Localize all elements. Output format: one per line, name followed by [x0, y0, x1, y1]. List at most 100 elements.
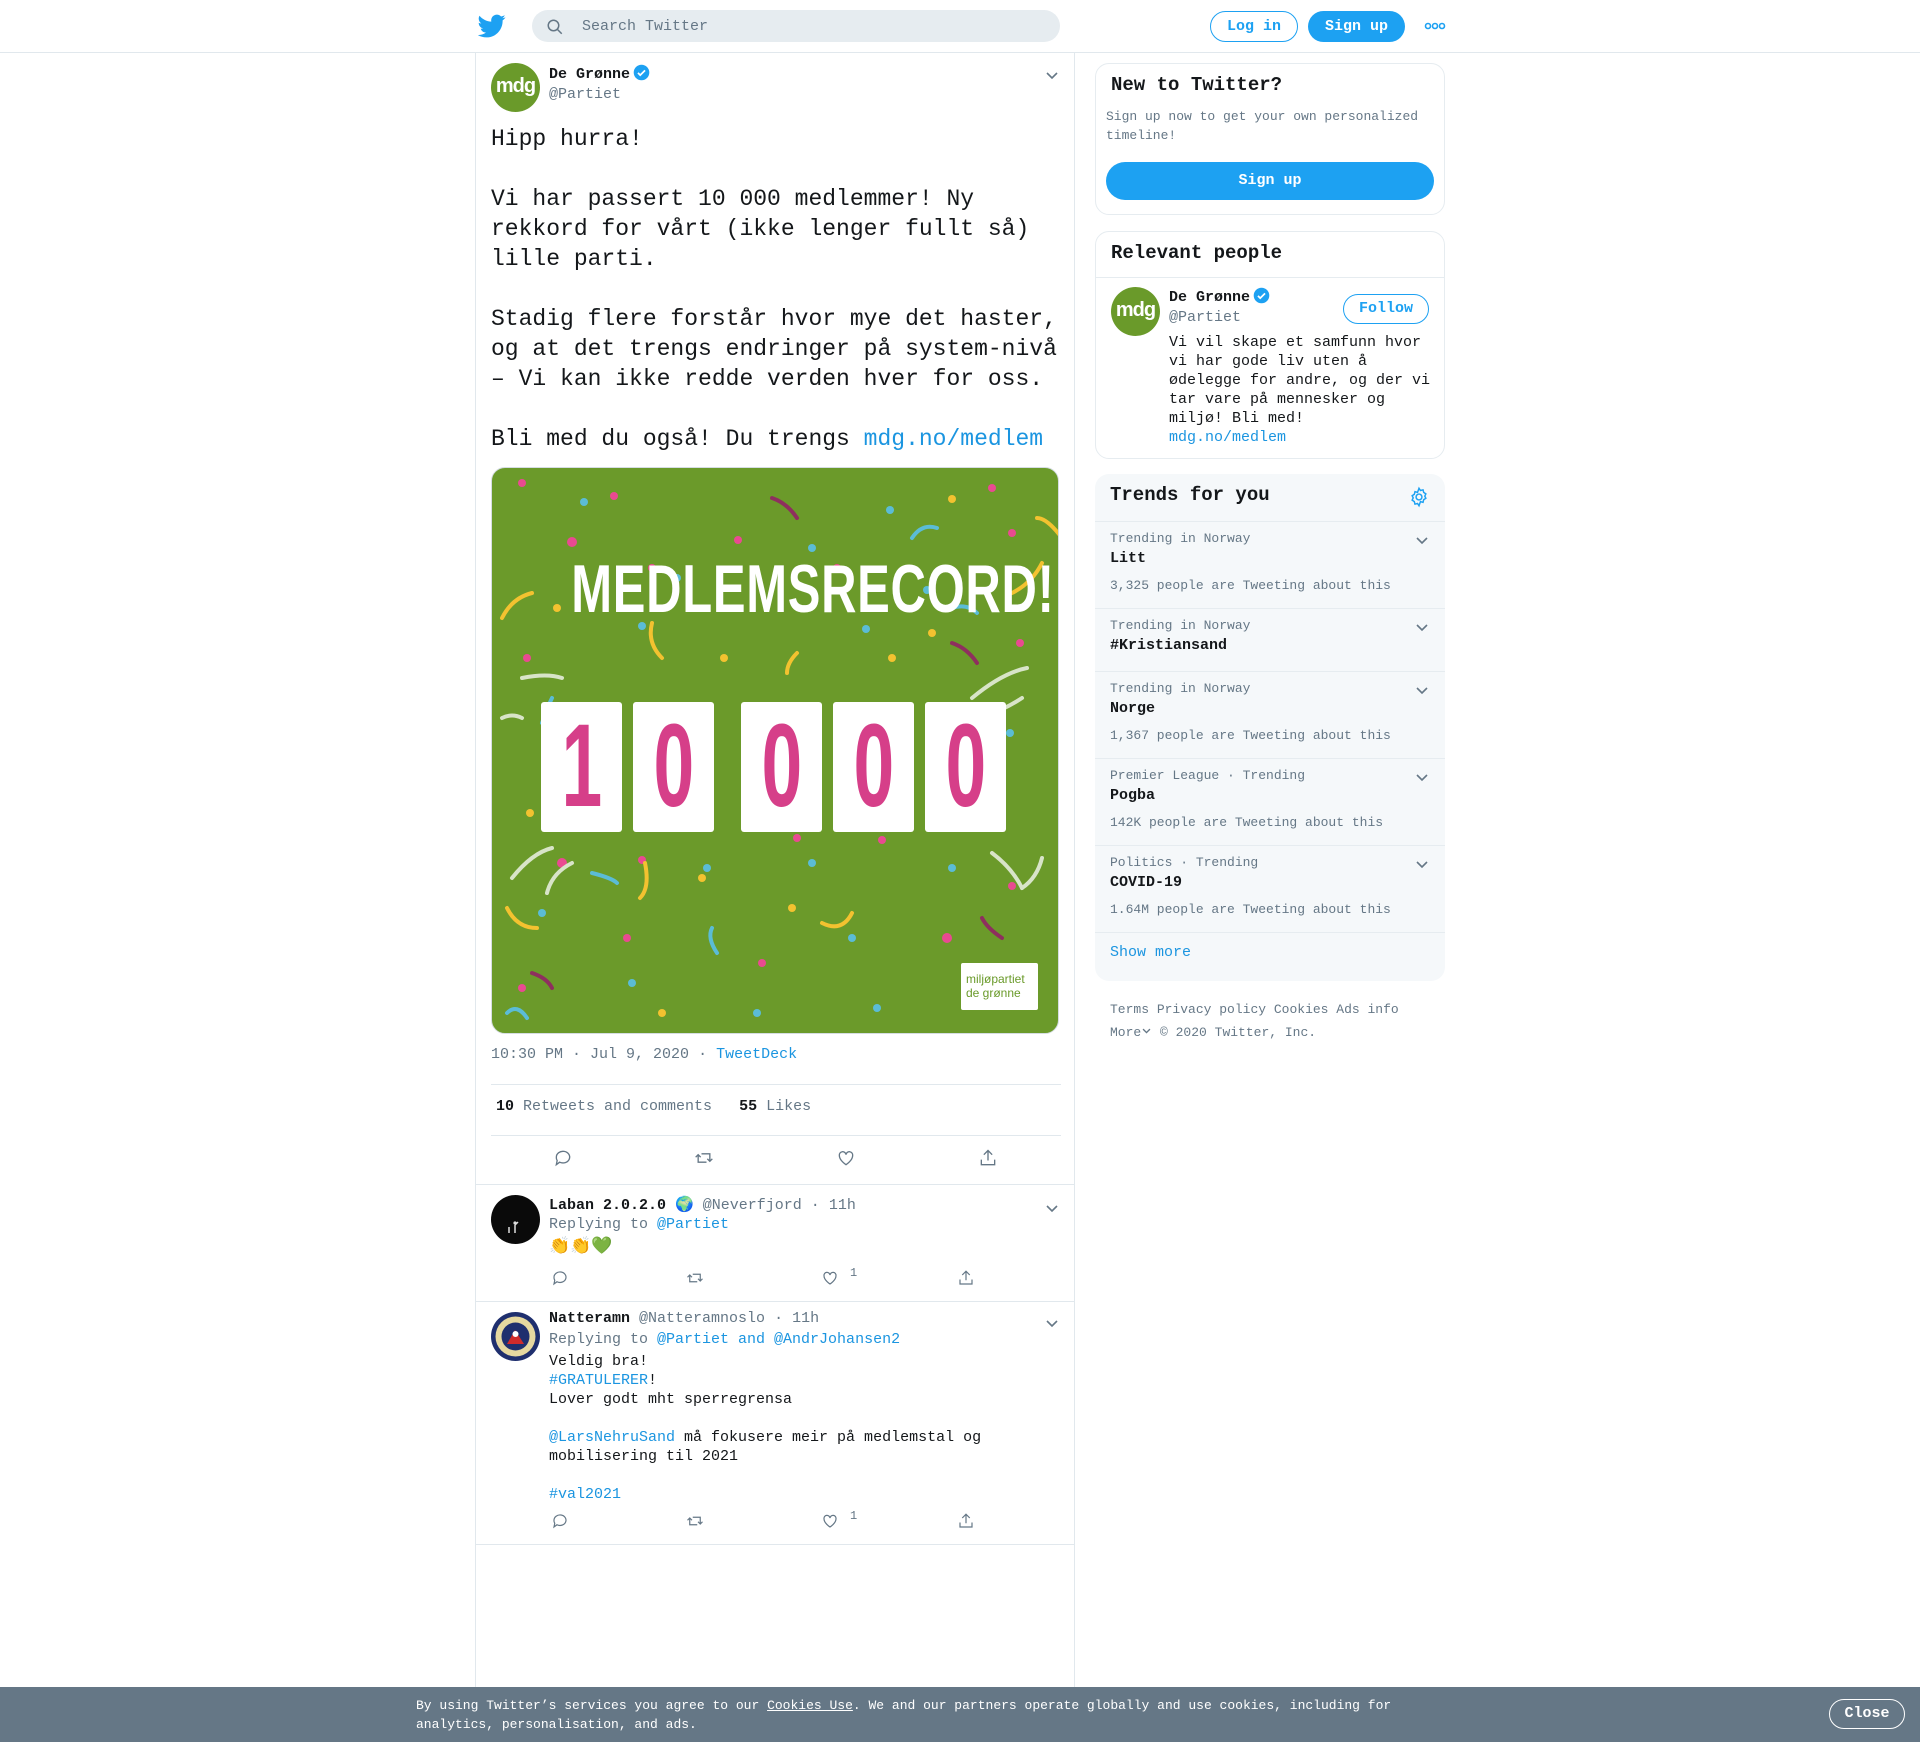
hashtag-link[interactable]: #val2021 [549, 1486, 621, 1503]
cookie-use-link[interactable]: Cookies Use [767, 1698, 853, 1713]
relevant-people-title: Relevant people [1111, 242, 1283, 264]
signup-button[interactable]: Sign up [1308, 11, 1405, 42]
footer-privacy[interactable]: Privacy policy [1157, 1002, 1266, 1017]
chevron-down-icon[interactable] [1414, 619, 1430, 635]
chevron-down-icon[interactable] [1414, 769, 1430, 785]
reply-dot: · [810, 1197, 820, 1214]
replying-to-link[interactable]: @Partiet and @AndrJohansen2 [657, 1331, 900, 1348]
cookie-close-button[interactable]: Close [1829, 1699, 1905, 1729]
trends-card: Trends for you Trending in Norway Litt 3… [1095, 474, 1445, 981]
share-icon[interactable] [957, 1512, 975, 1530]
reply-time[interactable]: 11h [792, 1310, 819, 1327]
retweets-stat[interactable]: 10 Retweets and comments [496, 1098, 712, 1115]
chevron-down-icon[interactable] [1414, 682, 1430, 698]
tweet-timestamp[interactable]: 10:30 PM · Jul 9, 2020 [491, 1046, 689, 1063]
show-more-link[interactable]: Show more [1110, 944, 1191, 961]
reply-tweet[interactable]: Laban 2.0.2.0 🌍 @Neverfjord · 11h Replyi… [476, 1185, 1074, 1302]
trend-category: Politics · Trending [1110, 855, 1259, 870]
search-input[interactable] [582, 10, 1042, 42]
tweet-link[interactable]: mdg.no/medlem [864, 426, 1043, 452]
author-avatar[interactable]: mdg [491, 63, 540, 112]
person-name-row[interactable]: De Grønne [1169, 287, 1270, 306]
replying-to-link[interactable]: @Partiet [657, 1216, 729, 1233]
meta-separator: · [698, 1046, 708, 1063]
retweets-label: Retweets and comments [523, 1098, 713, 1115]
retweet-icon[interactable] [686, 1512, 704, 1530]
trend-item[interactable]: Politics · Trending COVID-19 1.64M peopl… [1095, 846, 1445, 933]
share-icon[interactable] [957, 1269, 975, 1287]
author-name[interactable]: De Grønne [549, 66, 630, 83]
footer-more-label: More [1110, 1025, 1142, 1040]
author-handle[interactable]: @Partiet [549, 86, 621, 103]
follow-button[interactable]: Follow [1343, 294, 1429, 324]
reply-author-handle[interactable]: @Neverfjord [703, 1197, 802, 1214]
reply-avatar[interactable] [491, 1312, 540, 1361]
twitter-bird-icon[interactable] [478, 12, 506, 40]
person-handle[interactable]: @Partiet [1169, 309, 1241, 326]
trend-name: Norge [1110, 700, 1156, 717]
sidebar-footer: Terms Privacy policy Cookies Ads info Mo… [1110, 998, 1399, 1044]
chevron-down-icon[interactable] [1044, 1315, 1060, 1331]
search-box[interactable] [532, 10, 1060, 42]
like-icon[interactable] [836, 1148, 856, 1168]
chevron-down-icon[interactable] [1044, 1200, 1060, 1216]
likes-stat[interactable]: 55 Likes [739, 1098, 811, 1115]
reply-icon[interactable] [553, 1148, 573, 1168]
settings-gear-icon[interactable] [1408, 486, 1430, 508]
trend-item[interactable]: Trending in Norway Norge 1,367 people ar… [1095, 672, 1445, 759]
more-icon[interactable] [1424, 18, 1446, 34]
person-bio-link[interactable]: mdg.no/medlem [1169, 429, 1286, 446]
tweet-source[interactable]: TweetDeck [716, 1046, 797, 1063]
tweet-body: Hipp hurra! Vi har passert 10 000 medlem… [491, 126, 1057, 452]
reply-author-name[interactable]: Natteramn [549, 1310, 630, 1327]
reply-body: Veldig bra! #GRATULERER! Lover godt mht … [549, 1352, 1049, 1504]
like-icon[interactable] [821, 1512, 839, 1530]
retweet-icon[interactable] [694, 1148, 714, 1168]
chevron-down-icon[interactable] [1414, 532, 1430, 548]
sidebar-signup-button[interactable]: Sign up [1106, 162, 1434, 200]
chevron-down-icon [1142, 1028, 1151, 1034]
digit-value: 0 [945, 700, 986, 832]
person-avatar[interactable]: mdg [1111, 287, 1160, 336]
footer-cookies[interactable]: Cookies [1274, 1002, 1329, 1017]
footer-ads[interactable]: Ads info [1336, 1002, 1398, 1017]
trend-item[interactable]: Premier League · Trending Pogba 142K peo… [1095, 759, 1445, 846]
reply-header: Natteramn @Natteramnoslo · 11h [549, 1310, 819, 1327]
reply-icon[interactable] [551, 1512, 569, 1530]
trend-item[interactable]: Trending in Norway Litt 3,325 people are… [1095, 522, 1445, 609]
person-name[interactable]: De Grønne [1169, 289, 1250, 306]
author-name-row[interactable]: De Grønne [549, 64, 650, 83]
trends-title: Trends for you [1110, 484, 1270, 506]
share-icon[interactable] [978, 1148, 998, 1168]
trend-count: 3,325 people are Tweeting about this [1110, 578, 1391, 593]
tweet-image[interactable]: MEDLEMSRECORD! 1 0 0 0 0 miljøpartiet de … [491, 467, 1059, 1034]
reply-author-handle[interactable]: @Natteramnoslo [639, 1310, 765, 1327]
footer-more[interactable]: More [1110, 1025, 1152, 1040]
like-icon[interactable] [821, 1269, 839, 1287]
reply-avatar[interactable] [491, 1195, 540, 1244]
brand-logo: miljøpartiet de grønne [961, 963, 1038, 1010]
relevant-people-card: Relevant people mdg De Grønne @Partiet F… [1095, 231, 1445, 459]
reply-emoji: 🌍 [675, 1197, 694, 1214]
mention-link[interactable]: @LarsNehruSand [549, 1429, 675, 1446]
reply-header: Laban 2.0.2.0 🌍 @Neverfjord · 11h [549, 1195, 856, 1214]
tweet-stats: 10 Retweets and comments 55 Likes [496, 1098, 811, 1115]
hashtag-link[interactable]: #GRATULERER [549, 1372, 648, 1389]
chevron-down-icon[interactable] [1044, 67, 1060, 83]
reply-line: Lover godt mht sperregrensa [549, 1391, 793, 1408]
reply-tweet[interactable]: Natteramn @Natteramnoslo · 11h Replying … [476, 1302, 1074, 1545]
cookie-text: By using Twitter’s services you agree to… [416, 1696, 1416, 1734]
reply-author-name[interactable]: Laban 2.0.2.0 [549, 1197, 666, 1214]
retweet-icon[interactable] [686, 1269, 704, 1287]
reply-icon[interactable] [551, 1269, 569, 1287]
footer-copyright: © 2020 Twitter, Inc. [1160, 1025, 1317, 1040]
trend-name: #Kristiansand [1110, 637, 1228, 654]
login-button[interactable]: Log in [1210, 11, 1298, 42]
divider [491, 1135, 1061, 1136]
chevron-down-icon[interactable] [1414, 856, 1430, 872]
cookie-text-before: By using Twitter’s services you agree to… [416, 1698, 768, 1713]
footer-terms[interactable]: Terms [1110, 1002, 1149, 1017]
trend-item[interactable]: Trending in Norway #Kristiansand [1095, 609, 1445, 672]
reply-time[interactable]: 11h [829, 1197, 856, 1214]
trend-category: Trending in Norway [1110, 681, 1251, 696]
